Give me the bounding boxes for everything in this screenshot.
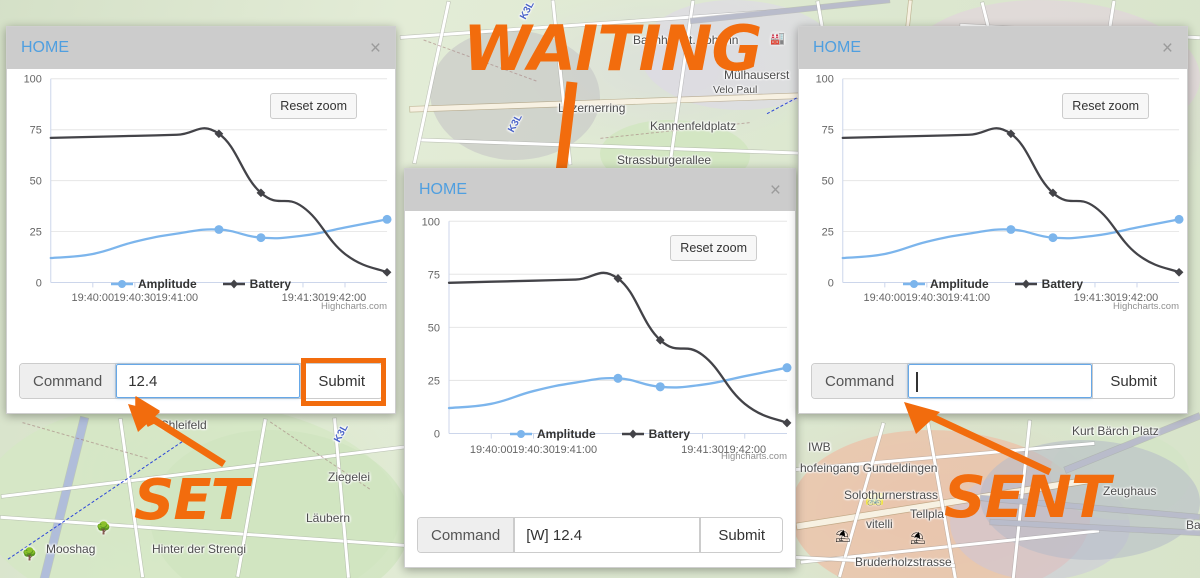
legend-marker-amplitude <box>110 280 133 288</box>
svg-text:50: 50 <box>428 322 440 334</box>
svg-text:75: 75 <box>30 125 42 137</box>
svg-text:19:40:30: 19:40:30 <box>114 292 157 304</box>
svg-text:19:41:30: 19:41:30 <box>681 444 724 456</box>
command-bar[interactable]: Command Submit <box>417 517 783 553</box>
command-input[interactable] <box>116 364 301 398</box>
annotation-arrow-set <box>128 404 226 467</box>
legend-marker-battery <box>1014 279 1037 289</box>
legend-label-amplitude: Amplitude <box>929 277 989 291</box>
map-label: IWB <box>808 440 831 454</box>
svg-text:19:40:30: 19:40:30 <box>512 444 555 456</box>
chart-legend: Amplitude Battery <box>405 427 795 441</box>
panel-right[interactable]: HOME × 0 25 50 75 100 19:40:00 19:40:30 19:41:0… <box>798 26 1188 414</box>
panel-title: HOME <box>21 39 69 56</box>
panel-left[interactable]: HOME × 0 25 50 75 100 19:40:00 19:40:30 19:41:0… <box>6 26 396 414</box>
panel-title: HOME <box>813 39 861 56</box>
command-label: Command <box>418 518 515 552</box>
svg-text:25: 25 <box>30 227 42 239</box>
tree-icon: 🌳 <box>22 547 37 561</box>
svg-text:50: 50 <box>30 176 42 188</box>
annotation-sent: SENT <box>944 463 1110 531</box>
submit-button[interactable]: Submit <box>300 364 382 398</box>
legend-item-amplitude[interactable]: Amplitude <box>902 277 989 291</box>
chart-credits: Highcharts.com <box>721 451 787 462</box>
legend-label-amplitude: Amplitude <box>137 277 197 291</box>
legend-label-battery: Battery <box>648 427 691 441</box>
annotation-waiting: WAITING <box>463 12 762 85</box>
command-bar[interactable]: Command Submit <box>811 363 1175 399</box>
command-input[interactable] <box>514 518 701 552</box>
svg-text:25: 25 <box>822 227 834 239</box>
annotation-set: SET <box>134 468 249 533</box>
svg-text:100: 100 <box>422 216 440 228</box>
submit-button[interactable]: Submit <box>700 518 782 552</box>
text-caret <box>916 372 918 392</box>
svg-text:50: 50 <box>822 176 834 188</box>
svg-text:19:41:00: 19:41:00 <box>554 444 597 456</box>
picnic-icon: ⛱ <box>835 529 851 543</box>
legend-item-battery[interactable]: Battery <box>621 427 691 441</box>
command-bar[interactable]: Command Submit <box>19 358 386 406</box>
svg-text:75: 75 <box>428 269 440 281</box>
panel-middle[interactable]: HOME × 0 25 50 75 100 19:40:00 19:40:30 19:41:0… <box>404 168 796 568</box>
legend-label-battery: Battery <box>1041 277 1084 291</box>
legend-marker-amplitude <box>902 280 925 288</box>
legend-marker-amplitude <box>509 430 532 438</box>
command-label: Command <box>20 364 117 398</box>
svg-text:75: 75 <box>822 125 834 137</box>
chart-legend: Amplitude Battery <box>799 277 1187 291</box>
panel-body: 0 25 50 75 100 19:40:00 19:40:30 19:41:00 19:41:… <box>799 69 1187 353</box>
close-icon[interactable]: × <box>770 181 781 200</box>
bicycle-icon: 🚲 <box>866 492 883 506</box>
screenshot-root: 🏭 🚲 ⛱ ⛱ 🌳 🌳 Bahnhof St. Johann Mülhausers… <box>0 0 1200 578</box>
svg-text:19:41:00: 19:41:00 <box>948 292 991 304</box>
svg-text:19:40:30: 19:40:30 <box>906 292 949 304</box>
reset-zoom-button[interactable]: Reset zoom <box>1062 93 1149 119</box>
reset-zoom-button[interactable]: Reset zoom <box>670 235 757 261</box>
svg-text:19:40:00: 19:40:00 <box>864 292 907 304</box>
svg-text:25: 25 <box>428 375 440 387</box>
close-icon[interactable]: × <box>370 39 381 58</box>
panel-header: HOME × <box>405 169 795 211</box>
legend-item-amplitude[interactable]: Amplitude <box>509 427 596 441</box>
legend-label-amplitude: Amplitude <box>536 427 596 441</box>
svg-text:100: 100 <box>24 74 42 86</box>
legend-item-battery[interactable]: Battery <box>1014 277 1084 291</box>
picnic-icon: ⛱ <box>910 531 926 545</box>
svg-text:19:41:00: 19:41:00 <box>156 292 199 304</box>
panel-body: 0 25 50 75 100 19:40:00 19:40:30 19:41:00 19:41:… <box>7 69 395 353</box>
chart-credits: Highcharts.com <box>1113 301 1179 312</box>
command-input[interactable] <box>908 364 1093 398</box>
svg-text:100: 100 <box>816 74 834 86</box>
svg-text:19:40:00: 19:40:00 <box>72 292 115 304</box>
legend-item-amplitude[interactable]: Amplitude <box>110 277 197 291</box>
panel-body: 0 25 50 75 100 19:40:00 19:40:30 19:41:00 19:41:… <box>405 211 795 507</box>
reset-zoom-button[interactable]: Reset zoom <box>270 93 357 119</box>
close-icon[interactable]: × <box>1162 39 1173 58</box>
panel-header: HOME × <box>7 27 395 69</box>
tree-icon: 🌳 <box>96 521 111 535</box>
command-label: Command <box>812 364 909 398</box>
station-icon: 🏭 <box>770 31 785 45</box>
legend-marker-battery <box>621 429 644 439</box>
panel-title: HOME <box>419 181 467 198</box>
svg-text:19:40:00: 19:40:00 <box>470 444 513 456</box>
panel-header: HOME × <box>799 27 1187 69</box>
legend-item-battery[interactable]: Battery <box>222 277 292 291</box>
svg-text:19:41:30: 19:41:30 <box>282 292 325 304</box>
chart-legend: Amplitude Battery <box>7 277 395 291</box>
svg-text:19:41:30: 19:41:30 <box>1074 292 1117 304</box>
submit-button[interactable]: Submit <box>1092 364 1174 398</box>
legend-marker-battery <box>222 279 245 289</box>
legend-label-battery: Battery <box>249 277 292 291</box>
chart-credits: Highcharts.com <box>321 301 387 312</box>
